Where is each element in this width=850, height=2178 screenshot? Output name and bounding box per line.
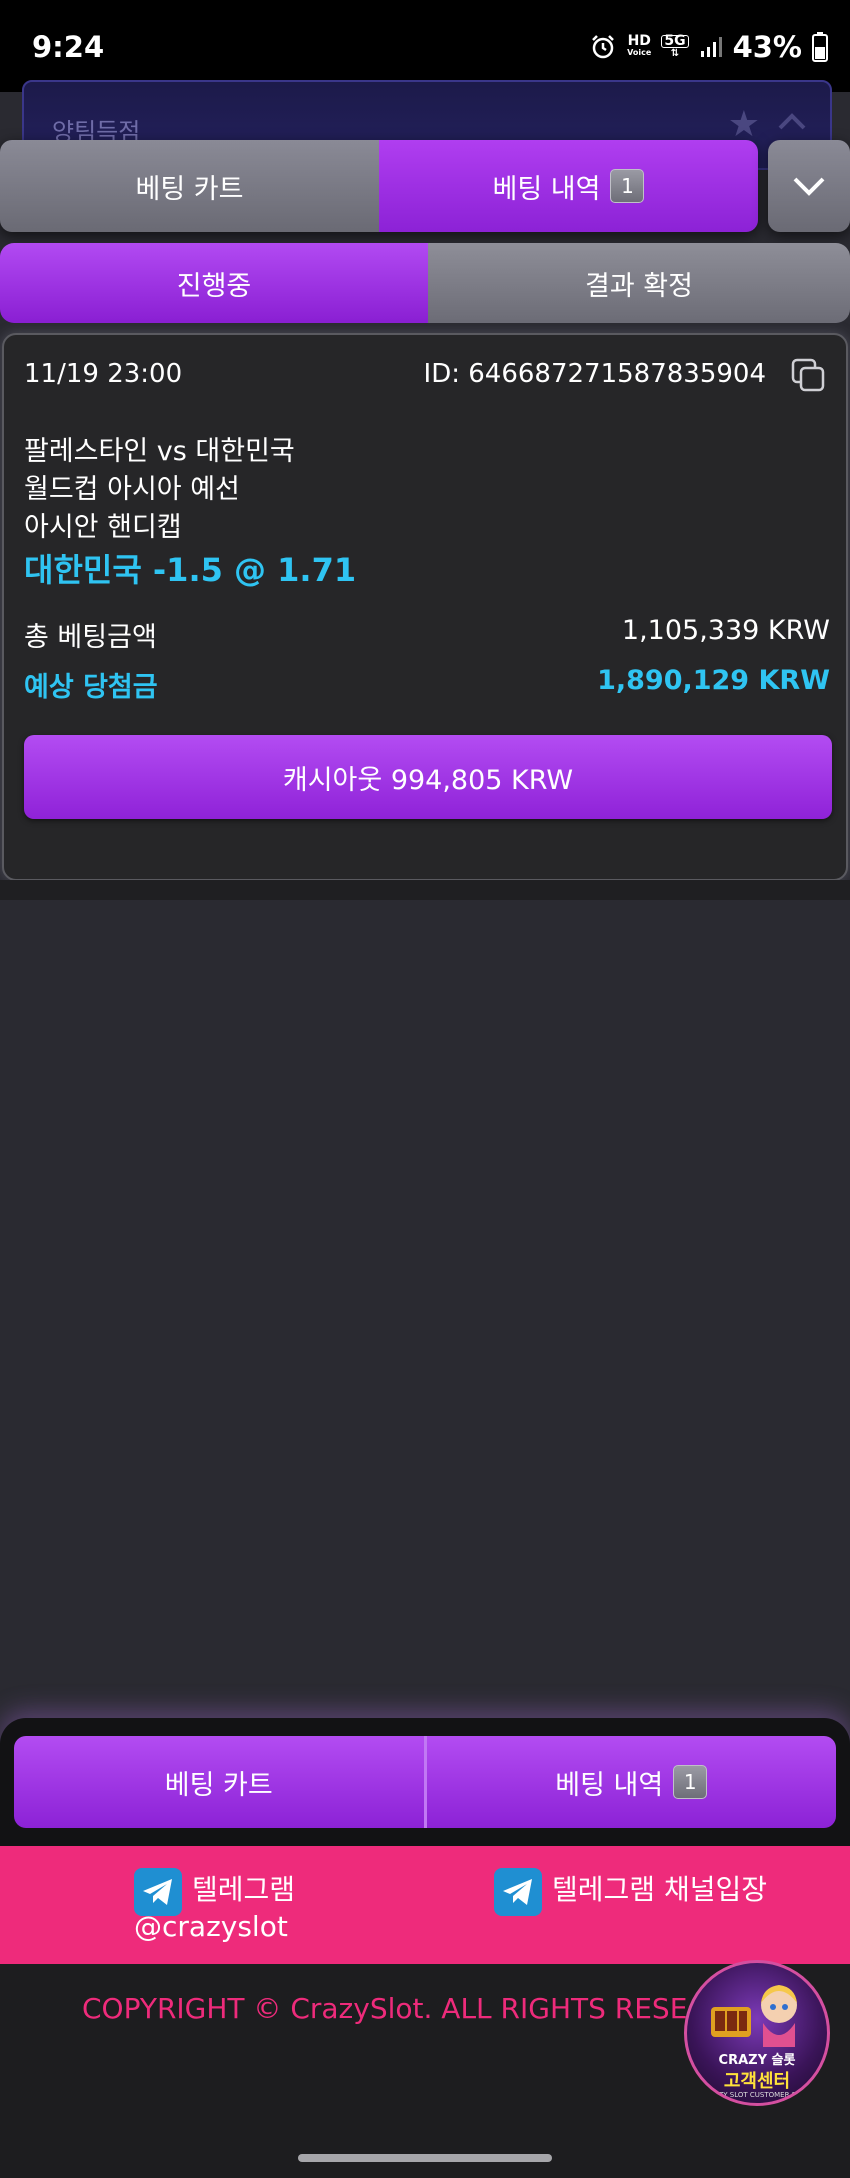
collapse-betslip-button[interactable] bbox=[768, 140, 850, 232]
stake-value: 1,105,339 KRW bbox=[621, 615, 830, 646]
stake-label: 총 베팅금액 bbox=[24, 622, 157, 653]
data-arrows: ⇅ bbox=[670, 48, 680, 59]
bet-status-tabs: 진행중 결과 확정 bbox=[0, 243, 850, 323]
5g-text: 5G bbox=[661, 34, 689, 48]
bottom-tab-betting-history[interactable]: 베팅 내역 1 bbox=[423, 1736, 836, 1828]
tab-betting-cart[interactable]: 베팅 카트 bbox=[0, 140, 379, 232]
telegram-icon bbox=[134, 1868, 182, 1916]
payout-value: 1,890,129 KRW bbox=[597, 665, 830, 696]
bet-market: 아시안 핸디캡 bbox=[24, 512, 182, 543]
bet-league: 월드컵 아시아 예선 bbox=[24, 474, 240, 505]
bet-card: 11/19 23:00 ID: 646687271587835904 팔레스타인… bbox=[2, 333, 848, 881]
telegram-handle[interactable]: @crazyslot bbox=[134, 1910, 288, 1943]
bottom-tab-betting-history-label: 베팅 내역 bbox=[555, 1769, 664, 1801]
chevron-down-icon bbox=[793, 177, 825, 196]
hd-text: HD bbox=[627, 33, 651, 49]
battery-percent: 43% bbox=[732, 30, 802, 64]
bottom-history-count-badge: 1 bbox=[673, 1765, 708, 1799]
status-time: 9:24 bbox=[32, 30, 105, 64]
bet-date: 11/19 23:00 bbox=[24, 359, 183, 389]
telegram-channel-link[interactable]: 텔레그램 채널입장 bbox=[494, 1868, 767, 1916]
tab-betting-history-label: 베팅 내역 bbox=[492, 173, 601, 205]
cashout-button[interactable]: 캐시아웃 994,805 KRW bbox=[24, 735, 832, 819]
chevron-up-icon[interactable] bbox=[774, 104, 810, 140]
status-icons: HD Voice 5G ⇅ 43% bbox=[589, 30, 828, 64]
bottom-tab-betting-cart[interactable]: 베팅 카트 bbox=[14, 1736, 424, 1828]
5g-icon: 5G ⇅ bbox=[661, 34, 689, 59]
bottom-tab-betting-cart-label: 베팅 카트 bbox=[164, 1769, 273, 1801]
bet-id: ID: 646687271587835904 bbox=[423, 359, 766, 389]
bottom-betslip-tabs: 베팅 카트 베팅 내역 1 bbox=[14, 1736, 836, 1828]
telegram-contact-label: 텔레그램 bbox=[192, 1873, 296, 1906]
signal-icon bbox=[700, 37, 722, 57]
customer-service-button[interactable]: CRAZY 슬롯 고객센터 CRAZY SLOT CUSTOMER SERV bbox=[684, 1960, 830, 2106]
tab-settled[interactable]: 결과 확정 bbox=[428, 243, 850, 323]
voice-text: Voice bbox=[627, 48, 652, 57]
alarm-icon bbox=[592, 35, 615, 59]
support-subtitle: CRAZY SLOT CUSTOMER SERV bbox=[704, 2091, 810, 2099]
bet-pick: 대한민국 -1.5 @ 1.71 bbox=[24, 551, 357, 589]
tab-betting-cart-label: 베팅 카트 bbox=[135, 173, 244, 205]
status-bar: 9:24 HD Voice 5G ⇅ 43% bbox=[0, 0, 850, 92]
mascot-icon bbox=[711, 1985, 797, 2047]
tab-betting-history[interactable]: 베팅 내역 1 bbox=[379, 140, 758, 232]
bet-match: 팔레스타인 vs 대한민국 bbox=[24, 436, 295, 467]
telegram-icon bbox=[494, 1868, 542, 1916]
telegram-contact-link[interactable]: 텔레그램 bbox=[134, 1868, 295, 1916]
support-brand: CRAZY 슬롯 bbox=[718, 2053, 796, 2068]
battery-icon bbox=[812, 32, 828, 62]
betslip-top-tabs: 베팅 카트 베팅 내역 1 bbox=[0, 140, 758, 232]
home-indicator[interactable] bbox=[298, 2154, 552, 2162]
hd-voice-icon: HD Voice bbox=[627, 33, 652, 58]
star-icon[interactable]: ★ bbox=[728, 104, 760, 145]
card-divider bbox=[0, 880, 850, 900]
payout-label: 예상 당첨금 bbox=[24, 672, 158, 703]
history-count-badge: 1 bbox=[610, 169, 645, 203]
bottom-betslip-panel: 베팅 카트 베팅 내역 1 bbox=[0, 1718, 850, 1846]
support-label: 고객센터 bbox=[723, 2071, 791, 2092]
tab-in-progress[interactable]: 진행중 bbox=[0, 243, 428, 323]
app-screen: 9:24 HD Voice 5G ⇅ 43% 양팀득점 ★ 베팅 카트 베팅 내… bbox=[0, 0, 850, 2178]
copyright-text: COPYRIGHT © CrazySlot. ALL RIGHTS RESE bbox=[82, 1992, 688, 2025]
telegram-bar: 텔레그램 @crazyslot 텔레그램 채널입장 bbox=[0, 1846, 850, 1964]
telegram-channel-label: 텔레그램 채널입장 bbox=[552, 1873, 767, 1906]
copy-icon[interactable] bbox=[788, 355, 828, 395]
